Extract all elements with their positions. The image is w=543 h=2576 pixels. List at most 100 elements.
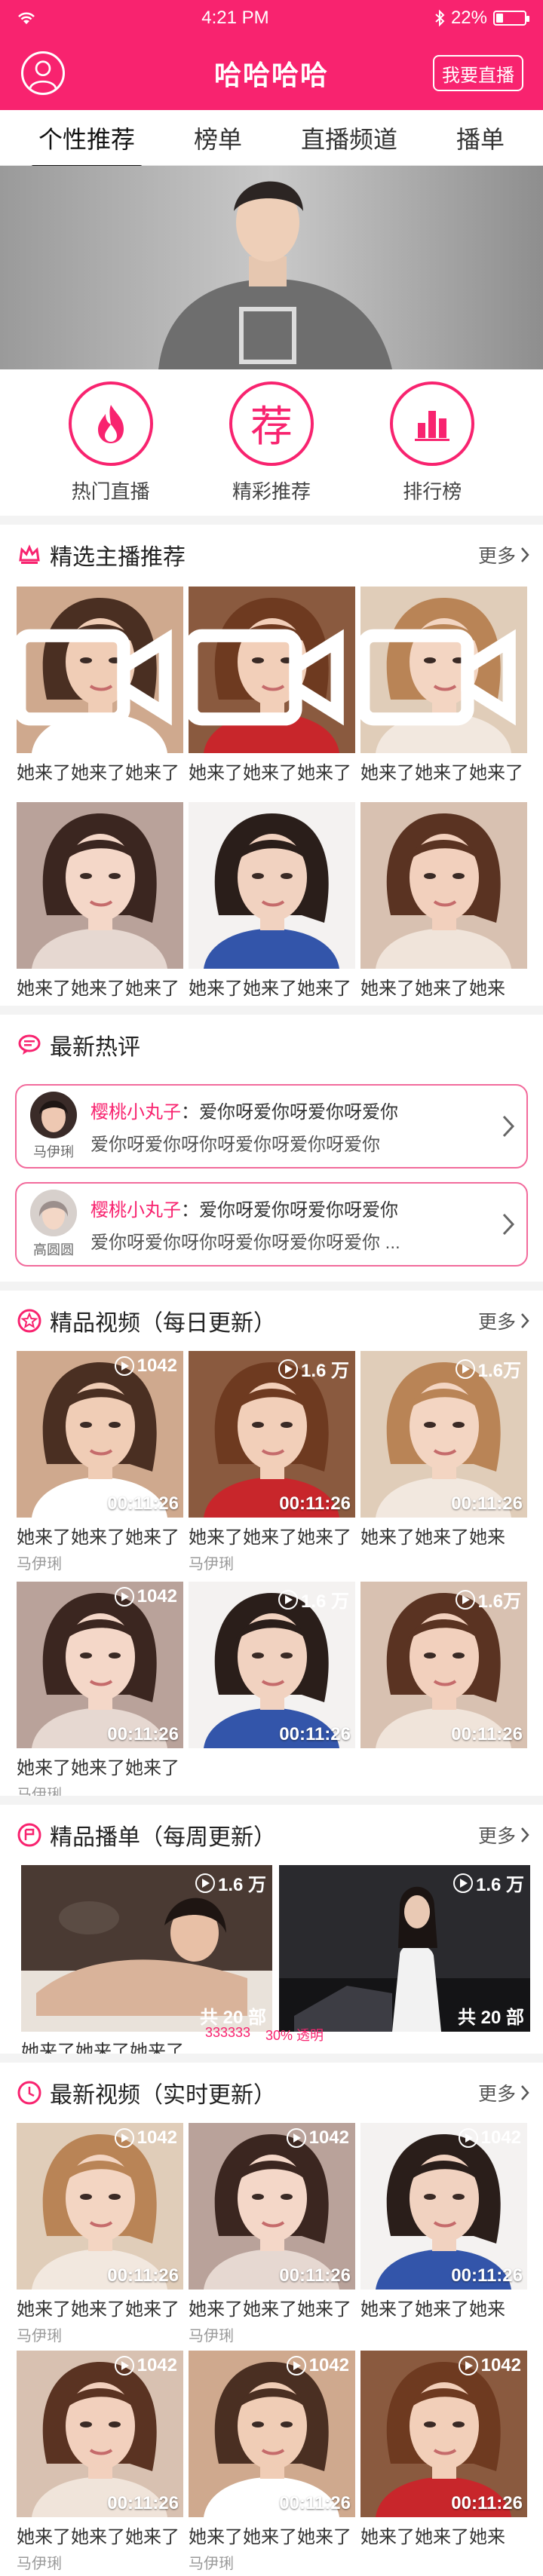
user-avatar-button[interactable] <box>21 51 65 95</box>
play-icon <box>278 1358 298 1379</box>
video-thumbnail: 1042 00:11:26 <box>17 2123 183 2290</box>
thumbnail-photo <box>360 802 527 969</box>
hot-live-circle <box>68 381 153 466</box>
thumbnail-photo <box>17 802 183 969</box>
play-count-badge: 1.6 万 <box>195 1870 266 1896</box>
avatar <box>30 1092 77 1138</box>
comment-nickname[interactable]: 樱桃小丸子 <box>90 1200 181 1221</box>
play-count-badge: 1042 <box>286 2355 349 2376</box>
video-thumbnail: 1042 00:11:26 <box>360 2123 527 2290</box>
chevron-right-icon <box>521 1313 529 1328</box>
tab-recommend[interactable]: 个性推荐 <box>30 113 143 170</box>
recommend-glyph: 荐 <box>250 403 293 452</box>
host-card[interactable]: 她来了她来了她来了 <box>189 587 355 784</box>
quick-hot-live[interactable]: 热门直播 <box>43 381 179 504</box>
video-card[interactable]: 1042 00:11:26 她来了她来了她来 <box>360 2351 527 2548</box>
comment-text: ：爱你呀爱你呀爱你呀爱你 <box>181 1102 398 1123</box>
section-title: 精品播单（每周更新） <box>50 1825 276 1850</box>
video-card[interactable]: 1042 00:11:26 她来了她来了她来 <box>360 2123 527 2320</box>
video-card[interactable]: 1.6 万 00:11:26 <box>189 1582 355 1748</box>
video-card[interactable]: 1042 00:11:26 她来了她来了她来了 马伊琍 <box>17 1351 183 1573</box>
status-bar: 4:21 PM 22% <box>0 0 543 36</box>
play-count: 1.6 万 <box>300 1361 349 1381</box>
tab-playlists[interactable]: 播单 <box>452 113 509 163</box>
play-icon <box>114 1356 134 1376</box>
host-card[interactable]: 她来了她来了她来了 <box>189 802 355 1000</box>
host-card[interactable]: 她来了她来了她来了 <box>17 802 183 1000</box>
video-thumbnail: 1042 00:11:26 <box>360 2351 527 2517</box>
video-caption: 她来了她来了她来 <box>360 2299 505 2320</box>
chevron-right-icon <box>521 1827 529 1842</box>
play-count: 1042 <box>480 2355 521 2375</box>
playlist-meta-count: 333333 <box>205 2025 251 2040</box>
play-icon <box>455 1589 475 1610</box>
video-caption: 她来了她来了她来了 <box>189 1527 351 1548</box>
play-count-badge: 1042 <box>114 2127 177 2149</box>
video-caption: 她来了她来了她来了 <box>17 1527 179 1548</box>
video-card[interactable]: 1.6 万 00:11:26 她来了她来了她来了 马伊琍 <box>189 1351 355 1573</box>
play-count: 1042 <box>308 2355 349 2375</box>
host-thumbnail <box>360 587 527 753</box>
playlist-card[interactable]: 1.6 万 共 20 部 <box>279 1865 530 2032</box>
playlist-meta-percent: 30% 透明 <box>265 2028 324 2043</box>
more-label: 更多 <box>477 2084 516 2105</box>
thumbnail-photo <box>189 802 355 969</box>
video-card[interactable]: 1042 00:11:26 她来了她来了她来了 马伊琍 <box>17 2351 183 2573</box>
chevron-right-icon <box>521 2085 529 2100</box>
comment-avatar: 马伊琍 <box>27 1092 80 1161</box>
quick-featured[interactable]: 荐 精彩推荐 <box>204 381 339 504</box>
video-caption: 她来了她来了她来了 <box>17 1758 179 1778</box>
video-thumbnail: 1042 00:11:26 <box>17 1351 183 1518</box>
crown-icon <box>19 544 40 564</box>
video-card[interactable]: 1042 00:11:26 她来了她来了她来了 马伊琍 <box>17 1582 183 1804</box>
video-author: 马伊琍 <box>189 1556 234 1573</box>
more-link[interactable]: 更多 <box>478 2079 529 2106</box>
tab-rankings[interactable]: 榜单 <box>189 113 247 163</box>
play-count-badge: 1042 <box>286 2127 349 2149</box>
video-card[interactable]: 1042 00:11:26 她来了她来了她来了 马伊琍 <box>189 2351 355 2573</box>
video-duration: 00:11:26 <box>279 2265 351 2286</box>
user-icon <box>29 60 57 90</box>
video-thumbnail: 1042 00:11:26 <box>189 2351 355 2517</box>
host-caption: 她来了她来了她来了 <box>17 979 179 999</box>
more-link[interactable]: 更多 <box>478 1307 529 1334</box>
video-card[interactable]: 1042 00:11:26 她来了她来了她来了 马伊琍 <box>17 2123 183 2345</box>
divider <box>0 1006 543 1015</box>
host-card[interactable]: 她来了她来了她来了 <box>360 587 527 784</box>
play-icon <box>278 1589 298 1610</box>
more-link[interactable]: 更多 <box>478 541 529 568</box>
video-author: 马伊琍 <box>189 2328 234 2345</box>
video-card[interactable]: 1.6万 00:11:26 她来了她来了她来 <box>360 1351 527 1548</box>
video-caption: 她来了她来了她来了 <box>17 2527 179 2547</box>
quick-rankings[interactable]: 排行榜 <box>364 381 500 504</box>
video-duration: 00:11:26 <box>107 1493 179 1514</box>
avatar-photo <box>30 1092 77 1138</box>
comment-nickname[interactable]: 樱桃小丸子 <box>90 1102 181 1123</box>
banner-image[interactable] <box>0 166 543 369</box>
play-count: 1042 <box>137 1355 177 1376</box>
play-count-badge: 1.6 万 <box>278 1586 349 1613</box>
tab-live-channels[interactable]: 直播频道 <box>296 113 402 163</box>
app-title: 哈哈哈哈 <box>213 60 329 90</box>
go-live-button[interactable]: 我要直播 <box>433 55 523 91</box>
video-caption: 她来了她来了她来了 <box>189 2527 351 2547</box>
host-caption: 她来了她来了她来了 <box>17 763 179 783</box>
video-card[interactable]: 1.6万 00:11:26 <box>360 1582 527 1748</box>
playlist-count: 共 20 部 <box>457 2008 524 2028</box>
video-duration: 00:11:26 <box>279 1724 351 1744</box>
host-card[interactable]: 她来了她来了她来 <box>360 802 527 1000</box>
play-count: 1042 <box>137 2127 177 2148</box>
battery-percent: 22% <box>450 8 487 28</box>
comment-card[interactable]: 高圆圆 樱桃小丸子：爱你呀爱你呀爱你呀爱你 爱你呀爱你呀你呀爱你呀爱你呀爱你 .… <box>15 1182 528 1267</box>
more-link[interactable]: 更多 <box>478 1821 529 1849</box>
section-hot-comments: 最新热评 <box>0 1015 543 1075</box>
battery-fill <box>496 14 503 23</box>
host-card[interactable]: 她来了她来了她来了 <box>17 587 183 784</box>
comment-author: 马伊琍 <box>33 1144 74 1159</box>
comment-card[interactable]: 马伊琍 樱桃小丸子：爱你呀爱你呀爱你呀爱你 爱你呀爱你呀你呀爱你呀爱你呀爱你 <box>15 1084 528 1169</box>
video-card[interactable]: 1042 00:11:26 她来了她来了她来了 马伊琍 <box>189 2123 355 2345</box>
play-count: 1.6万 <box>477 1361 521 1381</box>
video-thumbnail: 1042 00:11:26 <box>17 2351 183 2517</box>
playlist-icon <box>17 1823 41 1847</box>
star-circle-icon <box>17 1309 41 1333</box>
